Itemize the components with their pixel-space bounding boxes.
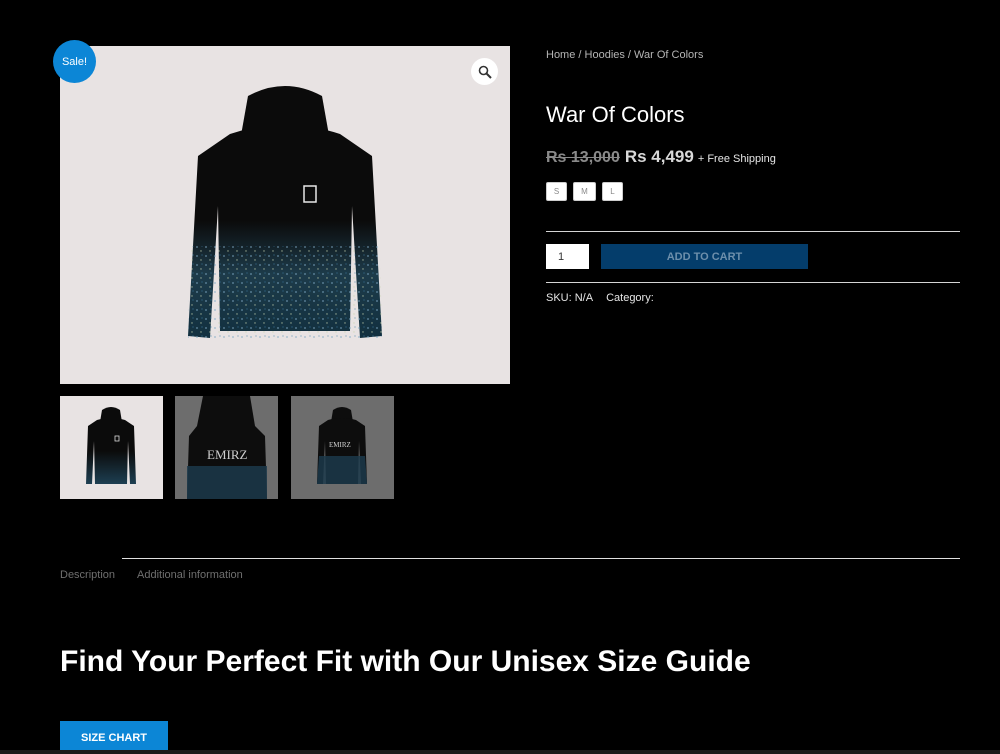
thumbnail-back-full[interactable]: EMIRZ bbox=[291, 396, 394, 499]
thumbnail-front[interactable] bbox=[60, 396, 163, 499]
size-option-l[interactable]: L bbox=[602, 182, 623, 201]
price-row: Rs 13,000 Rs 4,499 + Free Shipping bbox=[546, 147, 776, 167]
tab-description[interactable]: Description bbox=[60, 569, 115, 581]
breadcrumb-current: War Of Colors bbox=[634, 49, 704, 61]
add-to-cart-button[interactable]: ADD TO CART bbox=[601, 244, 808, 269]
hoodie-thumbnail-image bbox=[86, 407, 136, 484]
size-selector: S M L bbox=[546, 182, 623, 201]
breadcrumb-separator: / bbox=[575, 49, 585, 61]
breadcrumb-separator: / bbox=[624, 49, 635, 61]
size-option-m[interactable]: M bbox=[573, 182, 596, 201]
hoodie-front-image bbox=[188, 86, 382, 338]
hoodie-back-thumbnail-image: EMIRZ bbox=[187, 396, 267, 499]
tab-additional-information[interactable]: Additional information bbox=[137, 569, 243, 581]
magnifier-icon bbox=[478, 65, 492, 79]
thumbnail-brand-text: EMIRZ bbox=[207, 447, 248, 462]
product-title: War Of Colors bbox=[546, 102, 685, 127]
hoodie-back-full-thumbnail-image: EMIRZ bbox=[317, 407, 367, 484]
breadcrumb-home[interactable]: Home bbox=[546, 49, 575, 61]
thumbnail-back[interactable]: EMIRZ bbox=[175, 396, 278, 499]
thumbnail-brand-text-small: EMIRZ bbox=[329, 441, 351, 449]
quantity-input[interactable] bbox=[546, 244, 589, 269]
product-meta: SKU: N/A Category: bbox=[546, 292, 654, 304]
tabs-divider bbox=[122, 558, 960, 559]
size-guide-heading: Find Your Perfect Fit with Our Unisex Si… bbox=[60, 645, 751, 678]
page-bottom-edge bbox=[0, 750, 1000, 754]
breadcrumb-hoodies[interactable]: Hoodies bbox=[585, 49, 625, 61]
divider bbox=[546, 231, 960, 232]
size-option-s[interactable]: S bbox=[546, 182, 567, 201]
breadcrumb: Home / Hoodies / War Of Colors bbox=[546, 49, 703, 61]
category-text: Category: bbox=[606, 292, 654, 304]
main-product-image[interactable] bbox=[60, 46, 510, 384]
divider bbox=[546, 282, 960, 283]
sale-badge: Sale! bbox=[53, 40, 96, 83]
sale-price: Rs 4,499 bbox=[624, 147, 694, 166]
sku-text: SKU: N/A bbox=[546, 292, 594, 304]
original-price: Rs 13,000 bbox=[546, 149, 620, 166]
shipping-note: + Free Shipping bbox=[697, 153, 776, 165]
zoom-button[interactable] bbox=[471, 58, 498, 85]
